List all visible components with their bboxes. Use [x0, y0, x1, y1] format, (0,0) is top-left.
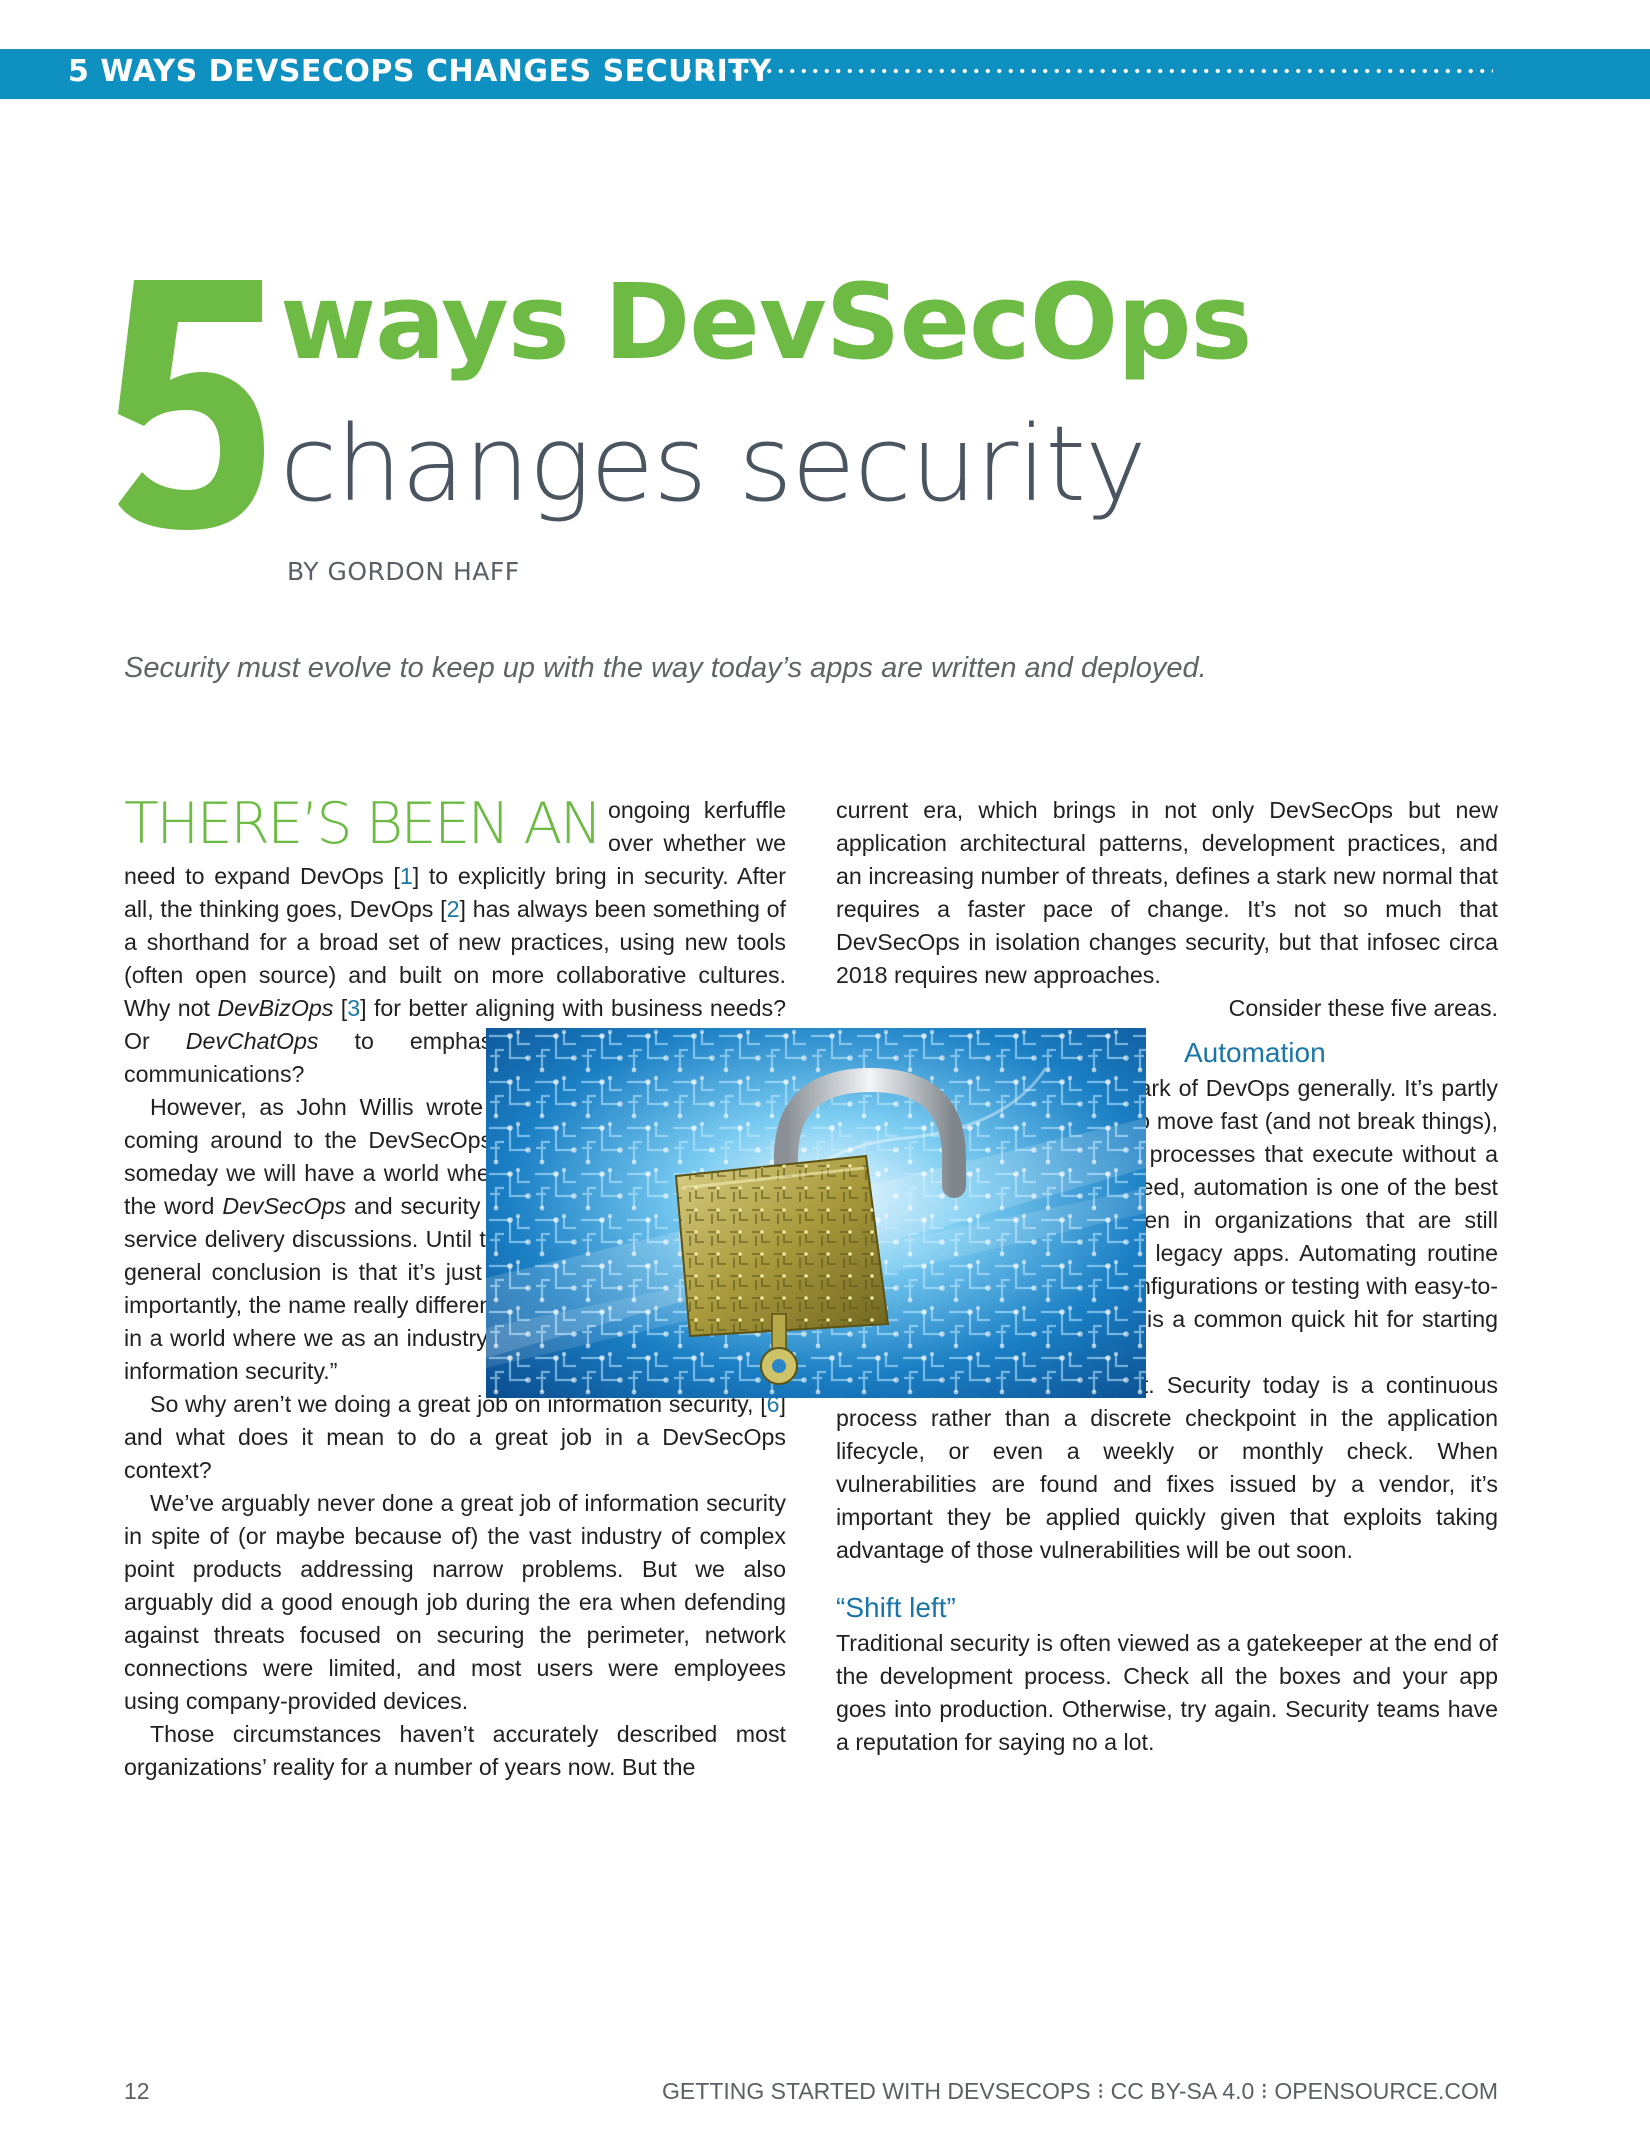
section-heading-automation: Automation [1184, 1037, 1326, 1068]
section-banner: 5 WAYS DEVSECOPS CHANGES SECURITY [0, 49, 1650, 99]
paragraph: Those circumstances haven’t accurately d… [124, 1721, 786, 1780]
paragraph: We’ve arguably never done a great job of… [124, 1490, 786, 1714]
section-heading-shift-left: “Shift left” [836, 1592, 956, 1623]
padlock-open-circuit-icon [486, 1028, 1146, 1398]
title-line-1: ways DevSecOps [280, 261, 1252, 383]
ref-link-1[interactable]: 1 [400, 863, 413, 889]
ref-link-3[interactable]: 3 [347, 995, 360, 1021]
page-number: 12 [124, 2078, 150, 2104]
byline: BY GORDON HAFF [287, 557, 520, 586]
paragraph: Traditional security is often viewed as … [836, 1630, 1498, 1755]
standfirst: Security must evolve to keep up with the… [124, 652, 1207, 684]
paragraph: Consider these five areas. [1228, 995, 1498, 1021]
page-footer: 12 GETTING STARTED WITH DEVSECOPS ⁝ CC B… [0, 2078, 1650, 2118]
padlock-image [486, 1028, 1146, 1398]
paragraph: DevSecOps is no different. Security toda… [836, 1372, 1498, 1563]
title-line-2: changes security [280, 403, 1147, 525]
footer-text: GETTING STARTED WITH DEVSECOPS ⁝ CC BY-S… [662, 2078, 1498, 2104]
big-number-five [118, 280, 264, 530]
ref-link-2[interactable]: 2 [447, 896, 460, 922]
drop-cap-lead: THERE’S BEEN AN [124, 791, 602, 857]
banner-dotted-leader [683, 64, 1493, 78]
paragraph: current era, which brings in not only De… [836, 797, 1498, 988]
paragraph: So why aren’t we doing a great job on in… [124, 1391, 786, 1483]
banner-title: 5 WAYS DEVSECOPS CHANGES SECURITY [68, 54, 772, 89]
